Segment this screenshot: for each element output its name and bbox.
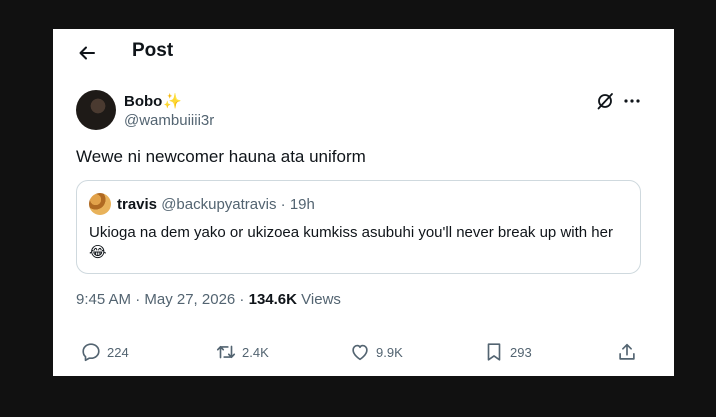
views-count: 134.6K (248, 291, 297, 308)
repost-button[interactable]: 2.4K (215, 337, 269, 367)
like-count: 9.9K (376, 344, 403, 360)
quote-text: Ukioga na dem yako or ukizoea kumkiss as… (89, 224, 613, 261)
meta-separator: · (235, 291, 249, 308)
post-card: Post Bobo✨ @wambuiiii3r Wewe ni newcomer… (53, 29, 674, 376)
post-timestamp[interactable]: 9:45 AM · May 27, 2026 (76, 291, 235, 308)
quote-separator: · (276, 196, 290, 213)
more-icon[interactable] (622, 91, 642, 111)
author-avatar[interactable] (76, 90, 116, 130)
back-arrow-icon[interactable] (75, 41, 99, 65)
author-name-text: Bobo (124, 93, 163, 110)
author-name[interactable]: Bobo✨ (124, 92, 182, 110)
like-button[interactable]: 9.9K (349, 337, 403, 367)
quoted-post[interactable]: travis @backupyatravis · 19h Ukioga na d… (76, 180, 641, 274)
reply-count: 224 (107, 344, 129, 360)
quote-time: 19h (289, 196, 315, 213)
bookmark-count: 293 (510, 344, 532, 360)
post-text: Wewe ni newcomer hauna ata uniform (76, 147, 366, 166)
views-label: Views (301, 291, 341, 308)
quote-author-avatar (89, 193, 111, 215)
reply-icon (82, 343, 100, 362)
action-bar: 224 2.4K 9.9K 293 (53, 337, 674, 367)
reply-button[interactable]: 224 (80, 337, 129, 367)
repost-icon (216, 345, 236, 359)
page-header: Post (53, 29, 674, 73)
bookmark-icon (487, 343, 501, 361)
quote-author-name: travis (117, 196, 158, 213)
share-button[interactable] (616, 337, 638, 367)
page-title: Post (132, 40, 174, 61)
grok-icon[interactable] (595, 91, 615, 111)
post-meta: 9:45 AM · May 27, 2026 · 134.6K Views (76, 291, 341, 308)
bookmark-button[interactable]: 293 (483, 337, 532, 367)
heart-icon (352, 344, 368, 361)
repost-count: 2.4K (242, 344, 269, 360)
quote-header: travis @backupyatravis · 19h (117, 196, 315, 213)
quote-author-handle: @backupyatravis (161, 196, 277, 213)
author-handle[interactable]: @wambuiiii3r (124, 112, 214, 129)
sparkle-emoji: ✨ (163, 93, 183, 110)
share-icon (619, 343, 635, 360)
